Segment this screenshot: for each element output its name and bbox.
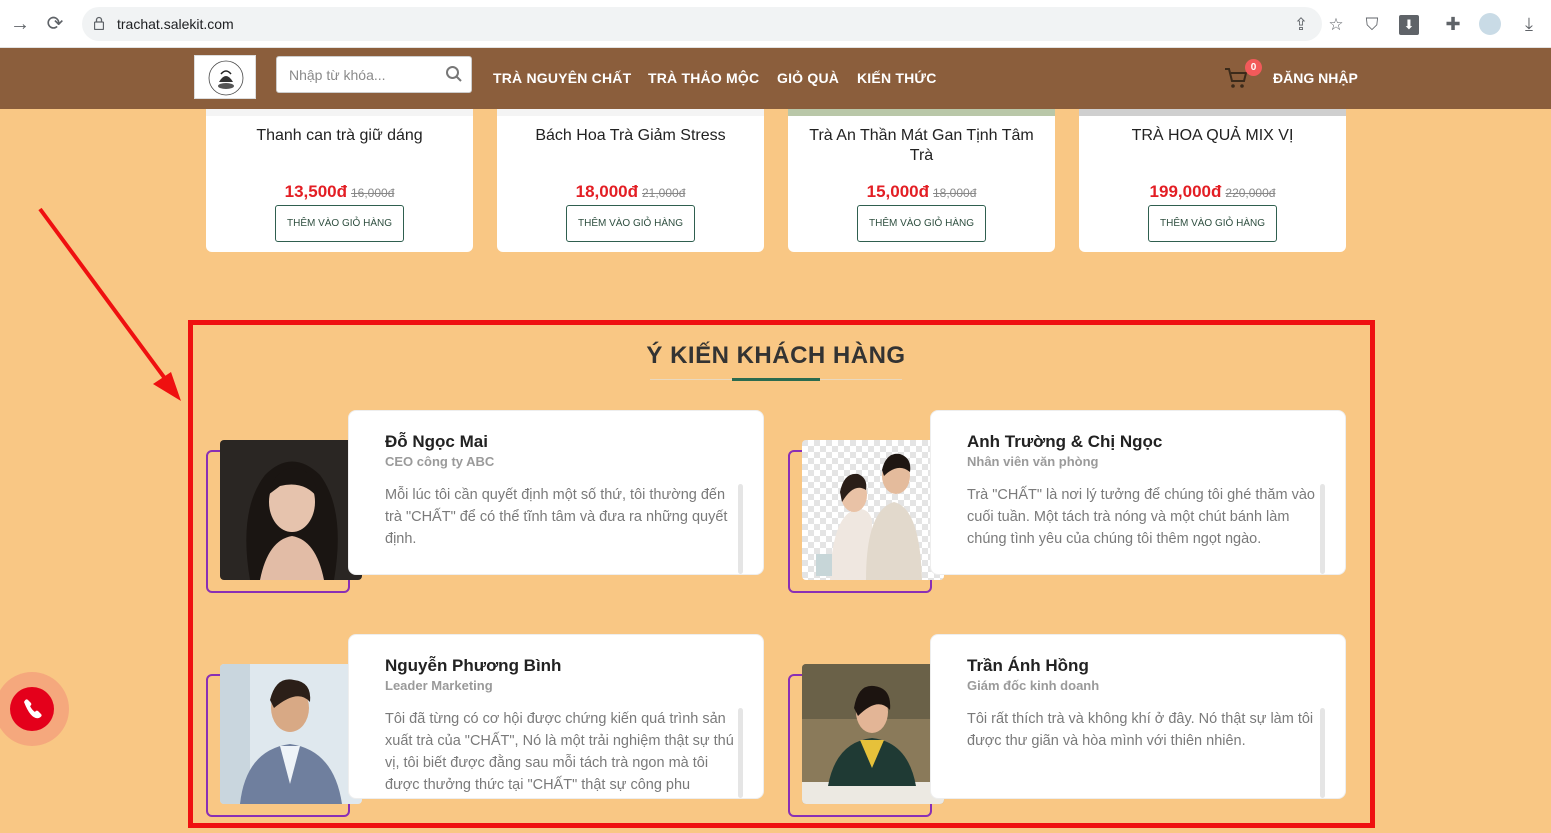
product-old-price: 21,000đ xyxy=(642,186,686,200)
shield-icon[interactable]: ⛉ xyxy=(1362,15,1382,35)
star-icon[interactable]: ☆ xyxy=(1326,15,1346,35)
testimonials-title: Ý KIẾN KHÁCH HÀNG xyxy=(646,342,906,369)
product-image[interactable] xyxy=(788,109,1055,116)
search-input[interactable] xyxy=(277,57,442,92)
add-to-cart-button[interactable]: THÊM VÀO GIỎ HÀNG xyxy=(566,205,695,242)
add-to-cart-button[interactable]: THÊM VÀO GIỎ HÀNG xyxy=(1148,205,1277,242)
product-old-price: 18,000đ xyxy=(933,186,977,200)
customer-name: Đỗ Ngọc Mai xyxy=(385,432,488,451)
nav-tra-thao-moc[interactable]: TRÀ THẢO MỘC xyxy=(648,70,759,86)
product-name[interactable]: Bách Hoa Trà Giảm Stress xyxy=(507,126,754,146)
download-extension-icon[interactable]: ⬇ xyxy=(1399,15,1419,35)
product-card[interactable]: Thanh can trà giữ dáng 13,500đ 16,000đ TH… xyxy=(206,109,473,252)
product-image[interactable] xyxy=(206,109,473,116)
customer-role: Nhân viên văn phòng xyxy=(967,454,1099,469)
customer-quote: Tôi rất thích trà và không khí ở đây. Nó… xyxy=(967,711,1314,749)
quote-scrollbar[interactable] xyxy=(1320,484,1325,574)
share-icon[interactable]: ⇪ xyxy=(1291,15,1311,35)
add-to-cart-button[interactable]: THÊM VÀO GIỎ HÀNG xyxy=(857,205,986,242)
site-header: TRÀ NGUYÊN CHẤT TRÀ THẢO MỘC GIỎ QUÀ KIẾ… xyxy=(0,48,1551,109)
product-image[interactable] xyxy=(1079,109,1346,116)
product-name[interactable]: TRÀ HOA QUẢ MIX VỊ xyxy=(1089,126,1336,146)
price-row: 13,500đ 16,000đ xyxy=(206,182,473,202)
customer-quote: Trà "CHẤT" là nơi lý tưởng để chúng tôi … xyxy=(967,487,1315,547)
customer-role: Giám đốc kinh doanh xyxy=(967,678,1100,693)
quote-scrollbar[interactable] xyxy=(1320,708,1325,798)
product-price: 15,000đ xyxy=(866,182,929,201)
product-card[interactable]: TRÀ HOA QUẢ MIX VỊ 199,000đ 220,000đ THÊM… xyxy=(1079,109,1346,252)
add-to-cart-button[interactable]: THÊM VÀO GIỎ HÀNG xyxy=(275,205,404,242)
product-price: 13,500đ xyxy=(284,182,347,201)
testimonial-panel: Anh Trường & Chị Ngọc Nhân viên văn phòn… xyxy=(930,410,1346,575)
customer-quote: Mỗi lúc tôi cần quyết định một số thứ, t… xyxy=(385,487,728,547)
customer-photo xyxy=(802,664,944,804)
testimonial-card: Trần Ánh Hồng Giám đốc kinh doanh Tôi rấ… xyxy=(788,634,1346,819)
product-card[interactable]: Bách Hoa Trà Giảm Stress 18,000đ 21,000đ … xyxy=(497,109,764,252)
product-name[interactable]: Trà An Thần Mát Gan Tịnh Tâm Trà xyxy=(798,126,1045,166)
price-row: 18,000đ 21,000đ xyxy=(497,182,764,202)
testimonial-card: Đỗ Ngọc Mai CEO công ty ABC Mỗi lúc tôi … xyxy=(206,410,764,595)
avatar[interactable] xyxy=(1479,13,1501,35)
customer-name: Trần Ánh Hồng xyxy=(967,656,1089,675)
nav-kien-thuc[interactable]: KIẾN THỨC xyxy=(857,70,937,86)
product-image[interactable] xyxy=(497,109,764,116)
downloads-icon[interactable]: ⤓ xyxy=(1518,13,1540,35)
product-price: 199,000đ xyxy=(1149,182,1222,201)
login-link[interactable]: ĐĂNG NHẬP xyxy=(1273,70,1358,86)
cart-count-badge: 0 xyxy=(1245,59,1262,76)
customer-photo xyxy=(802,440,944,580)
search-icon[interactable] xyxy=(445,65,463,83)
price-row: 15,000đ 18,000đ xyxy=(788,182,1055,202)
testimonial-card: Anh Trường & Chị Ngọc Nhân viên văn phòn… xyxy=(788,410,1346,595)
annotation-arrow-icon xyxy=(38,207,181,401)
puzzle-extensions-icon[interactable]: ✚ xyxy=(1442,13,1464,35)
testimonial-panel: Trần Ánh Hồng Giám đốc kinh doanh Tôi rấ… xyxy=(930,634,1346,799)
price-row: 199,000đ 220,000đ xyxy=(1079,182,1346,202)
product-price: 18,000đ xyxy=(575,182,638,201)
customer-photo xyxy=(220,440,362,580)
product-old-price: 16,000đ xyxy=(351,186,395,200)
customer-name: Anh Trường & Chị Ngọc xyxy=(967,432,1163,451)
testimonial-card: Nguyễn Phương Bình Leader Marketing Tôi … xyxy=(206,634,764,819)
title-accent xyxy=(732,378,820,381)
quote-scrollbar[interactable] xyxy=(738,484,743,574)
customer-role: Leader Marketing xyxy=(385,678,493,693)
product-old-price: 220,000đ xyxy=(1225,186,1276,200)
phone-call-button[interactable] xyxy=(0,672,70,746)
product-card[interactable]: Trà An Thần Mát Gan Tịnh Tâm Trà 15,000đ… xyxy=(788,109,1055,252)
customer-role: CEO công ty ABC xyxy=(385,454,495,469)
browser-toolbar: → ⟳ trachat.salekit.com ⇪ ☆ ⛉ ⬇ ✚ ⤓ xyxy=(0,0,1551,48)
product-name[interactable]: Thanh can trà giữ dáng xyxy=(216,126,463,146)
search-box xyxy=(276,56,472,93)
nav-tra-nguyen-chat[interactable]: TRÀ NGUYÊN CHẤT xyxy=(493,70,631,86)
customer-photo xyxy=(220,664,362,804)
testimonial-panel: Đỗ Ngọc Mai CEO công ty ABC Mỗi lúc tôi … xyxy=(348,410,764,575)
testimonial-panel: Nguyễn Phương Bình Leader Marketing Tôi … xyxy=(348,634,764,799)
customer-quote: Tôi đã từng có cơ hội được chứng kiến qu… xyxy=(385,711,734,793)
quote-scrollbar[interactable] xyxy=(738,708,743,798)
nav-gio-qua[interactable]: GIỎ QUÀ xyxy=(777,70,839,86)
customer-name: Nguyễn Phương Bình xyxy=(385,656,562,675)
address-bar[interactable]: trachat.salekit.com ⇪ ☆ ⛉ ⬇ xyxy=(82,7,1419,41)
